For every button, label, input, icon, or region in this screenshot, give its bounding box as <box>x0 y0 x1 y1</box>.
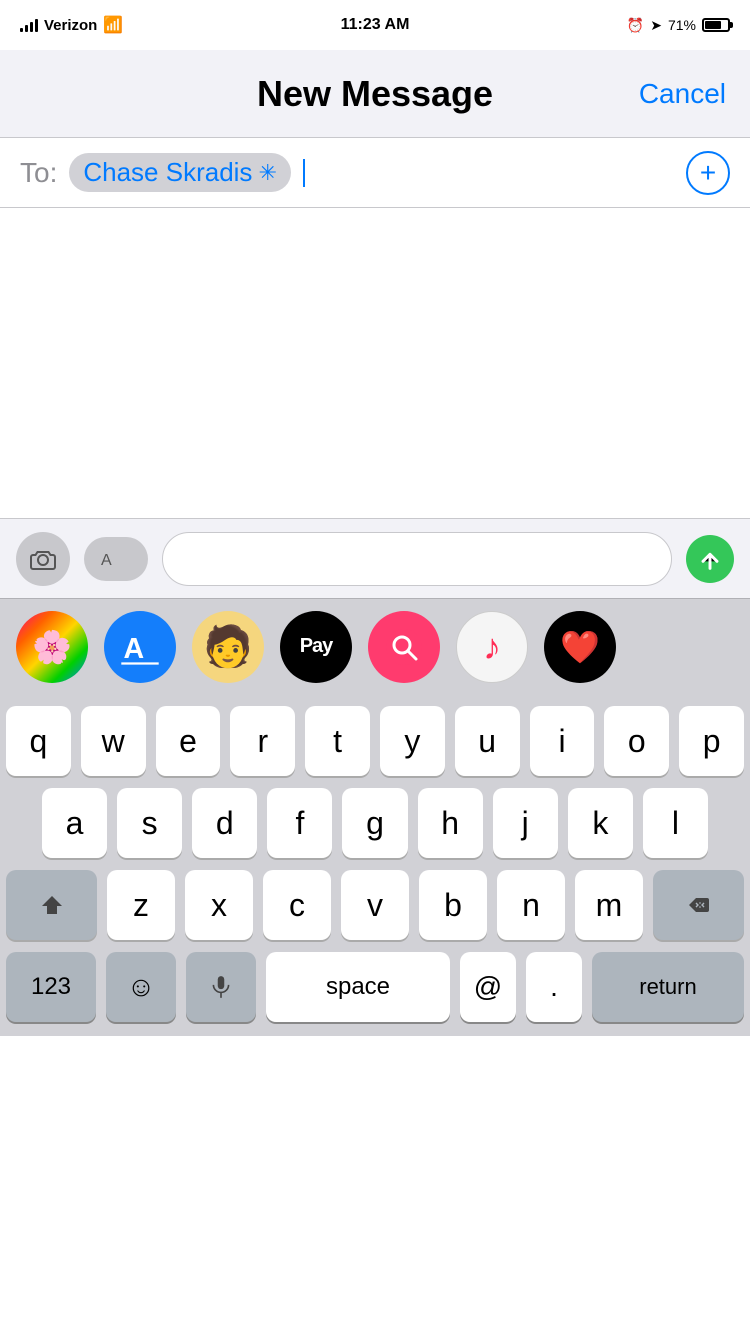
status-time: 11:23 AM <box>341 16 410 34</box>
key-z[interactable]: z <box>107 870 175 940</box>
key-g[interactable]: g <box>342 788 407 858</box>
app-music-button[interactable]: ♪ <box>456 611 528 683</box>
text-cursor <box>303 159 305 187</box>
mic-icon <box>208 974 234 1000</box>
signal-bar-3 <box>30 22 33 32</box>
mic-key[interactable] <box>186 952 256 1022</box>
signal-bar-1 <box>20 28 23 32</box>
plus-icon: + <box>700 159 716 187</box>
recipient-name: Chase Skradis <box>83 157 252 188</box>
keyboard-row-2: a s d f g h j k l <box>6 788 744 858</box>
delete-key[interactable] <box>653 870 744 940</box>
send-button[interactable] <box>686 535 734 583</box>
app-applepay-button[interactable]: Pay <box>280 611 352 683</box>
delete-icon <box>687 893 711 917</box>
nav-title: New Message <box>257 73 493 115</box>
battery-icon <box>702 18 730 32</box>
key-j[interactable]: j <box>493 788 558 858</box>
keyboard-row-3: z x c v b n m <box>6 870 744 940</box>
location-icon: ➤ <box>650 17 662 34</box>
app-search-button[interactable] <box>368 611 440 683</box>
key-c[interactable]: c <box>263 870 331 940</box>
camera-icon <box>29 545 57 573</box>
key-h[interactable]: h <box>418 788 483 858</box>
status-right: ⏰ ➤ 71% <box>627 17 730 34</box>
music-icon: ♪ <box>483 626 501 668</box>
emoji-key[interactable]: ☺ <box>106 952 176 1022</box>
signal-bar-4 <box>35 19 38 32</box>
to-label: To: <box>20 157 57 189</box>
keyboard-row-1: q w e r t y u i o p <box>6 706 744 776</box>
status-left: Verizon 📶 <box>20 15 123 35</box>
app-memoji-button[interactable]: 🧑 <box>192 611 264 683</box>
signal-bar-2 <box>25 25 28 32</box>
svg-text:A: A <box>124 633 145 665</box>
key-p[interactable]: p <box>679 706 744 776</box>
key-t[interactable]: t <box>305 706 370 776</box>
key-i[interactable]: i <box>530 706 595 776</box>
search-strip-icon <box>384 627 424 667</box>
app-appstore-button[interactable]: A <box>104 611 176 683</box>
message-input-container[interactable] <box>162 532 672 586</box>
wifi-icon: 📶 <box>103 15 123 35</box>
camera-button[interactable] <box>16 532 70 586</box>
key-n[interactable]: n <box>497 870 565 940</box>
key-a[interactable]: a <box>42 788 107 858</box>
key-r[interactable]: r <box>230 706 295 776</box>
cancel-button[interactable]: Cancel <box>639 78 726 110</box>
add-recipient-button[interactable]: + <box>686 151 730 195</box>
key-d[interactable]: d <box>192 788 257 858</box>
key-v[interactable]: v <box>341 870 409 940</box>
alarm-icon: ⏰ <box>627 17 644 34</box>
appstore-strip-icon: A <box>118 625 162 669</box>
app-strip: 🌸 A 🧑 Pay ♪ ❤️ <box>0 598 750 694</box>
compose-area[interactable] <box>0 208 750 518</box>
key-e[interactable]: e <box>156 706 221 776</box>
carrier-name: Verizon <box>44 17 97 34</box>
app-photos-button[interactable]: 🌸 <box>16 611 88 683</box>
key-o[interactable]: o <box>604 706 669 776</box>
return-key[interactable]: return <box>592 952 744 1022</box>
key-l[interactable]: l <box>643 788 708 858</box>
nav-bar: New Message Cancel <box>0 50 750 138</box>
keyboard: q w e r t y u i o p a s d f g h j k l z … <box>0 694 750 1036</box>
key-q[interactable]: q <box>6 706 71 776</box>
key-b[interactable]: b <box>419 870 487 940</box>
appstore-icon: A <box>92 545 140 573</box>
keyboard-bottom-row: 123 ☺ space @ . return <box>6 952 744 1030</box>
key-w[interactable]: w <box>81 706 146 776</box>
numbers-key[interactable]: 123 <box>6 952 96 1022</box>
battery-fill <box>705 21 721 29</box>
battery-percent: 71% <box>668 17 696 33</box>
appstore-button[interactable]: A <box>84 537 148 581</box>
to-field: To: Chase Skradis ✳ + <box>0 138 750 208</box>
signal-bars <box>20 18 38 32</box>
status-bar: Verizon 📶 11:23 AM ⏰ ➤ 71% <box>0 0 750 50</box>
key-f[interactable]: f <box>267 788 332 858</box>
key-s[interactable]: s <box>117 788 182 858</box>
battery-container <box>702 18 730 32</box>
photos-icon: 🌸 <box>32 628 72 666</box>
key-y[interactable]: y <box>380 706 445 776</box>
shift-key[interactable] <box>6 870 97 940</box>
key-m[interactable]: m <box>575 870 643 940</box>
applepay-icon: Pay <box>300 635 333 658</box>
send-arrow-icon <box>696 545 724 573</box>
imessage-toolbar: A <box>0 518 750 598</box>
app-heart-button[interactable]: ❤️ <box>544 611 616 683</box>
svg-text:A: A <box>101 552 112 569</box>
key-x[interactable]: x <box>185 870 253 940</box>
key-k[interactable]: k <box>568 788 633 858</box>
heart-icon: ❤️ <box>560 628 600 666</box>
period-key[interactable]: . <box>526 952 582 1022</box>
space-key[interactable]: space <box>266 952 450 1022</box>
shift-icon <box>40 893 64 917</box>
key-u[interactable]: u <box>455 706 520 776</box>
message-input[interactable] <box>177 545 657 573</box>
memoji-spinner-icon: ✳ <box>258 160 276 186</box>
at-key[interactable]: @ <box>460 952 516 1022</box>
recipient-chip[interactable]: Chase Skradis ✳ <box>69 153 291 192</box>
